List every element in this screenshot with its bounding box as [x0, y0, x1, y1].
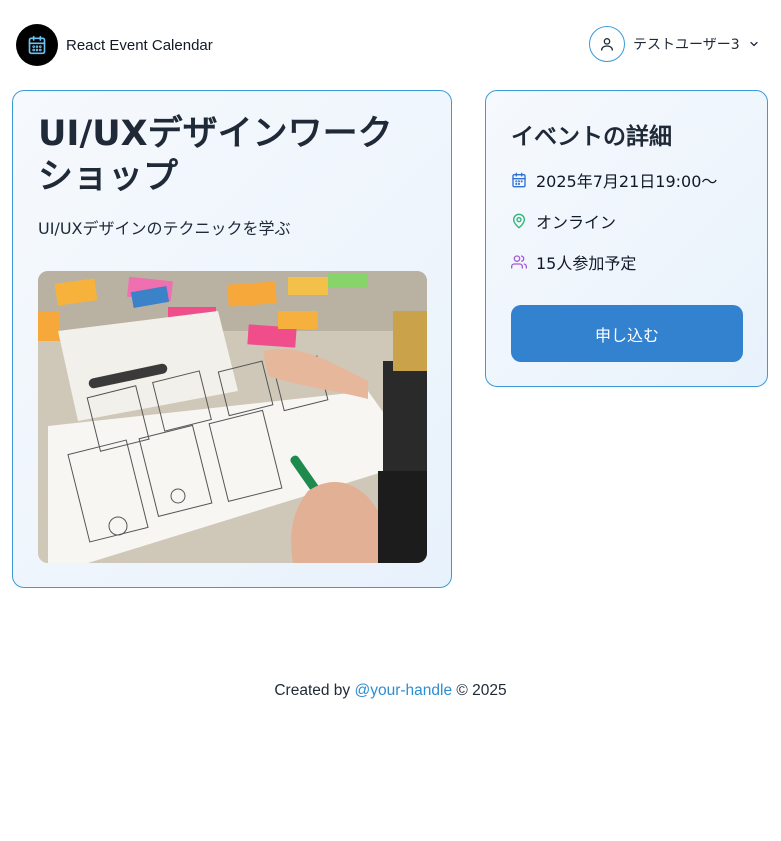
- event-location-text: オンライン: [536, 213, 617, 232]
- event-card: UI/UXデザインワークショップ UI/UXデザインのテクニックを学ぶ: [12, 90, 452, 588]
- event-location: オンライン: [511, 209, 616, 233]
- event-subtitle: UI/UXデザインのテクニックを学ぶ: [38, 219, 291, 238]
- footer-handle-link[interactable]: @your-handle: [355, 682, 453, 699]
- event-date: 2025年7月21日19:00〜: [511, 168, 717, 192]
- calendar-icon: [16, 24, 58, 66]
- event-title: UI/UXデザインワークショップ: [38, 114, 393, 197]
- event-details-card: イベントの詳細 2025年7月21日19:00〜 オンライン 15人参加予定 申…: [485, 90, 768, 387]
- users-icon: [511, 254, 527, 270]
- details-title: イベントの詳細: [511, 124, 672, 150]
- event-image: [38, 271, 427, 563]
- event-attendees-text: 15人参加予定: [536, 254, 637, 273]
- calendar-icon: [511, 172, 527, 188]
- user-icon: [589, 26, 625, 62]
- event-attendees: 15人参加予定: [511, 250, 636, 274]
- apply-button[interactable]: 申し込む: [511, 305, 743, 362]
- footer-suffix: © 2025: [452, 682, 507, 699]
- brand[interactable]: React Event Calendar: [16, 24, 213, 66]
- event-date-text: 2025年7月21日19:00〜: [536, 172, 718, 191]
- footer-prefix: Created by: [274, 682, 355, 699]
- user-menu[interactable]: テストユーザー3: [589, 26, 760, 62]
- app-name: React Event Calendar: [66, 36, 213, 54]
- app-header: React Event Calendar テストユーザー3: [0, 0, 781, 88]
- user-name: テストユーザー3: [633, 37, 740, 53]
- map-pin-icon: [511, 213, 527, 229]
- footer: Created by @your-handle © 2025: [0, 682, 781, 700]
- chevron-down-icon: [748, 38, 760, 50]
